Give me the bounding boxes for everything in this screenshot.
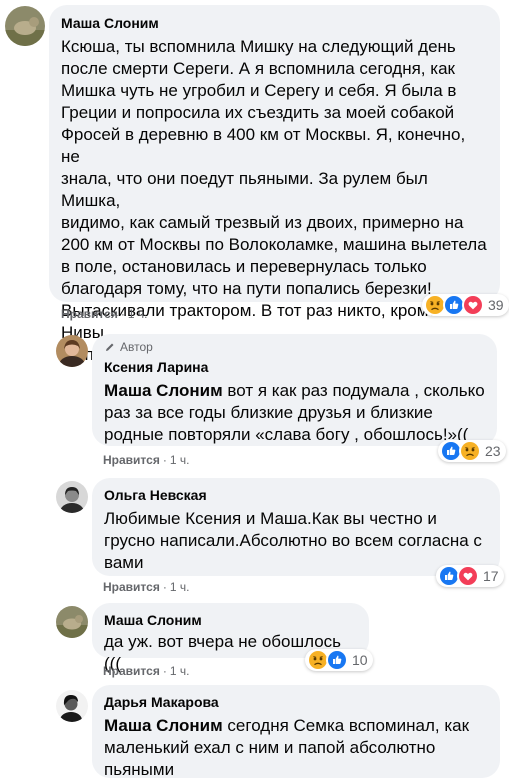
avatar[interactable]: [56, 606, 88, 638]
reaction-summary[interactable]: 39: [422, 294, 509, 316]
comment-bubble: Дарья Макарова Маша Слоним сегодня Семка…: [92, 685, 500, 778]
comment-actions: Нравится · 1 ч.: [103, 664, 190, 678]
like-link[interactable]: Нравится: [103, 664, 160, 678]
like-link[interactable]: Нравится: [103, 453, 160, 467]
avatar-photo-icon: [56, 481, 88, 513]
reaction-summary[interactable]: 17: [436, 565, 504, 587]
love-icon: [462, 294, 484, 316]
avatar[interactable]: [56, 690, 88, 722]
author-badge-label: Автор: [120, 340, 153, 354]
comment-author[interactable]: Ксения Ларина: [104, 358, 485, 376]
mention-link[interactable]: Маша Слоним: [104, 381, 223, 400]
avatar[interactable]: [56, 335, 88, 367]
comment-actions: Нравится · 1 ч.: [103, 580, 190, 594]
author-badge: Автор: [104, 340, 485, 354]
like-icon: [326, 649, 348, 671]
comment-time[interactable]: 1 ч.: [128, 307, 148, 321]
like-link[interactable]: Нравится: [103, 580, 160, 594]
avatar[interactable]: [56, 481, 88, 513]
avatar-photo-icon: [56, 690, 88, 722]
pencil-icon: [106, 343, 114, 351]
comment-text: Маша Слоним сегодня Семка вспоминал, как…: [104, 715, 488, 778]
like-link[interactable]: Нравится: [61, 307, 118, 321]
comment-author[interactable]: Маша Слоним: [61, 14, 488, 32]
comment-text: Маша Слоним вот я как раз подумала , ско…: [104, 380, 485, 446]
comment-text: Любимые Ксения и Маша.Как вы честно и гр…: [104, 509, 482, 572]
comment-time[interactable]: 1 ч.: [170, 453, 190, 467]
comment-bubble: Автор Ксения Ларина Маша Слоним вот я ка…: [92, 334, 497, 446]
sad-icon: [459, 440, 481, 462]
love-icon: [457, 565, 479, 587]
avatar-photo-icon: [5, 6, 45, 46]
avatar[interactable]: [5, 6, 45, 46]
avatar-photo-icon: [56, 606, 88, 638]
comment-bubble: Маша Слоним Ксюша, ты вспомнила Мишку на…: [49, 5, 500, 364]
reaction-count: 23: [485, 443, 501, 459]
reaction-count: 39: [488, 297, 504, 313]
comment-author[interactable]: Дарья Макарова: [104, 693, 488, 711]
reaction-summary[interactable]: 10: [305, 649, 373, 671]
comment-author[interactable]: Маша Слоним: [104, 611, 357, 629]
comment-time[interactable]: 1 ч.: [170, 664, 190, 678]
mention-link[interactable]: Маша Слоним: [104, 716, 223, 735]
comment-author[interactable]: Ольга Невская: [104, 486, 488, 504]
reaction-summary[interactable]: 23: [438, 440, 506, 462]
comment-actions: Нравится · 1 ч.: [103, 453, 190, 467]
avatar-photo-icon: [56, 335, 88, 367]
reaction-count: 17: [483, 568, 499, 584]
comment-bubble: Ольга Невская Любимые Ксения и Маша.Как …: [92, 478, 500, 576]
comment-actions: Нравится · 1 ч.: [61, 307, 148, 321]
comment-time[interactable]: 1 ч.: [170, 580, 190, 594]
reaction-count: 10: [352, 652, 368, 668]
